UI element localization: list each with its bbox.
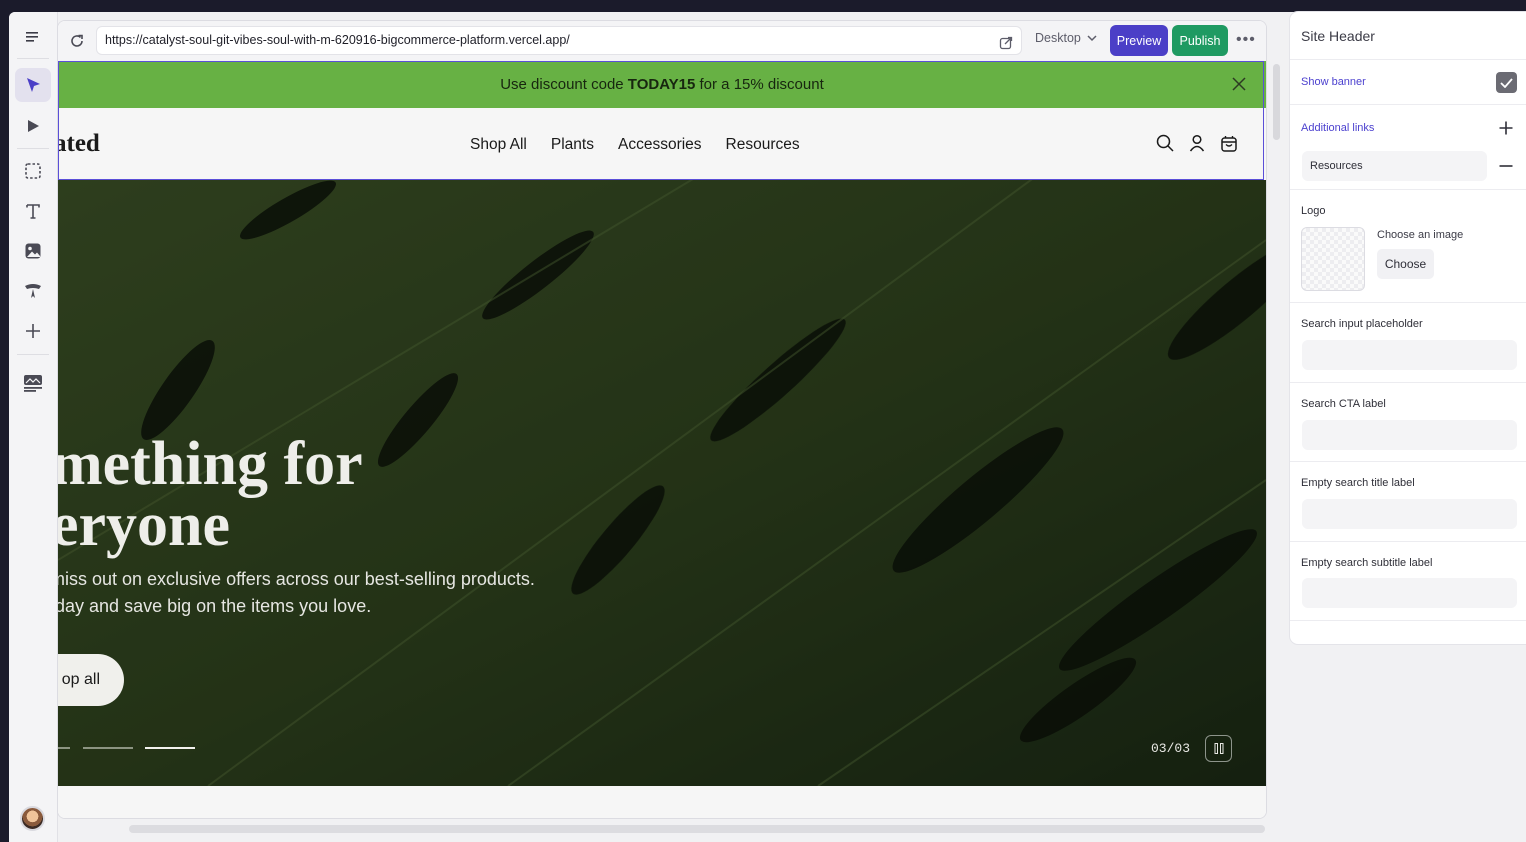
banner-code: TODAY15: [627, 76, 696, 93]
slide-indicator-3[interactable]: [145, 747, 195, 749]
image-tool-icon[interactable]: [15, 234, 51, 268]
layouts-icon[interactable]: [15, 366, 51, 400]
canvas-frame: https://catalyst-soul-git-vibes-soul-wit…: [57, 20, 1267, 819]
device-select[interactable]: Desktop: [1035, 31, 1097, 45]
panel-title: Site Header: [1301, 28, 1375, 44]
cart-icon[interactable]: [1220, 134, 1238, 152]
show-banner-row: Show banner: [1290, 59, 1526, 106]
slide-indicator-1[interactable]: [58, 747, 70, 749]
toolbar-divider: [17, 58, 49, 59]
close-icon[interactable]: [1232, 77, 1246, 91]
nav-link-resources[interactable]: Resources: [726, 136, 800, 154]
toolbar-divider: [17, 148, 49, 149]
shop-all-button[interactable]: op all: [58, 654, 124, 706]
pause-icon: [1214, 743, 1223, 754]
site-header[interactable]: ated Shop All Plants Accessories Resourc…: [58, 108, 1266, 180]
checkmark-icon: [1500, 77, 1513, 88]
component-tool-icon[interactable]: [15, 274, 51, 308]
additional-links-label[interactable]: Additional links: [1301, 122, 1374, 134]
vertical-scrollbar[interactable]: [1273, 64, 1280, 140]
preview-button[interactable]: Preview: [1110, 25, 1168, 56]
empty-subtitle-input[interactable]: [1302, 578, 1517, 608]
header-actions: [1156, 134, 1238, 152]
text-tool-icon[interactable]: [15, 194, 51, 228]
logo-label: Logo: [1301, 205, 1326, 217]
user-avatar[interactable]: [20, 806, 45, 831]
empty-title-label: Empty search title label: [1301, 477, 1415, 489]
toolbar-divider: [17, 354, 49, 355]
select-tool-icon[interactable]: [15, 68, 51, 102]
hero-title: omething for veryone: [58, 430, 363, 559]
show-banner-checkbox[interactable]: [1496, 72, 1517, 93]
slide-indicator-2[interactable]: [83, 747, 133, 749]
hero-carousel: omething for veryone t miss out on exclu…: [58, 180, 1266, 786]
url-text: https://catalyst-soul-git-vibes-soul-wit…: [105, 33, 570, 47]
pause-button[interactable]: [1205, 735, 1232, 762]
play-icon[interactable]: [15, 109, 51, 143]
url-field[interactable]: https://catalyst-soul-git-vibes-soul-wit…: [96, 26, 1022, 55]
nav-link-plants[interactable]: Plants: [551, 136, 594, 154]
hero-subtitle: t miss out on exclusive offers across ou…: [58, 566, 600, 620]
site-logo[interactable]: ated: [58, 130, 100, 158]
hero-subtitle-line2: today and save big on the items you love…: [58, 596, 372, 616]
left-toolbar: [9, 12, 58, 842]
promo-banner[interactable]: Use discount code TODAY15 for a 15% disc…: [58, 61, 1266, 108]
horizontal-scrollbar[interactable]: [129, 825, 1265, 833]
device-label: Desktop: [1035, 31, 1081, 45]
account-icon[interactable]: [1188, 134, 1206, 152]
search-icon[interactable]: [1156, 134, 1174, 152]
reload-icon[interactable]: [66, 30, 88, 52]
slide-counter: 03/03: [1151, 741, 1191, 756]
more-options-icon[interactable]: •••: [1236, 31, 1256, 49]
main-nav: Shop All Plants Accessories Resources: [470, 136, 800, 154]
properties-panel: Site Header Show banner Additional links…: [1290, 12, 1526, 644]
menu-icon[interactable]: [15, 20, 51, 54]
url-bar: https://catalyst-soul-git-vibes-soul-wit…: [58, 21, 1266, 62]
hero-title-line1: omething for: [58, 430, 363, 498]
choose-image-label: Choose an image: [1377, 229, 1464, 241]
search-placeholder-label: Search input placeholder: [1301, 318, 1423, 330]
remove-link-icon[interactable]: [1499, 159, 1513, 173]
search-cta-label: Search CTA label: [1301, 398, 1386, 410]
additional-link-input[interactable]: [1302, 151, 1487, 181]
logo-image-placeholder[interactable]: [1301, 227, 1365, 291]
frame-tool-icon[interactable]: [15, 154, 51, 188]
empty-title-input[interactable]: [1302, 499, 1517, 529]
empty-subtitle-label: Empty search subtitle label: [1301, 557, 1433, 569]
search-placeholder-input[interactable]: [1302, 340, 1517, 370]
publish-button[interactable]: Publish: [1172, 25, 1228, 56]
add-link-icon[interactable]: [1499, 121, 1513, 135]
show-banner-label[interactable]: Show banner: [1301, 76, 1366, 88]
nav-link-accessories[interactable]: Accessories: [618, 136, 702, 154]
search-cta-input[interactable]: [1302, 420, 1517, 450]
hero-title-line2: veryone: [58, 491, 231, 559]
chevron-down-icon: [1087, 34, 1097, 41]
open-external-icon[interactable]: [999, 33, 1013, 50]
add-icon[interactable]: [15, 314, 51, 348]
nav-link-shop-all[interactable]: Shop All: [470, 136, 527, 154]
banner-prefix: Use discount code: [500, 76, 628, 93]
choose-image-button[interactable]: Choose: [1377, 249, 1434, 279]
panel-divider: [1290, 620, 1526, 622]
banner-suffix: for a 15% discount: [695, 76, 824, 93]
site-preview: Use discount code TODAY15 for a 15% disc…: [58, 61, 1266, 818]
hero-subtitle-line1: t miss out on exclusive offers across ou…: [58, 569, 535, 589]
